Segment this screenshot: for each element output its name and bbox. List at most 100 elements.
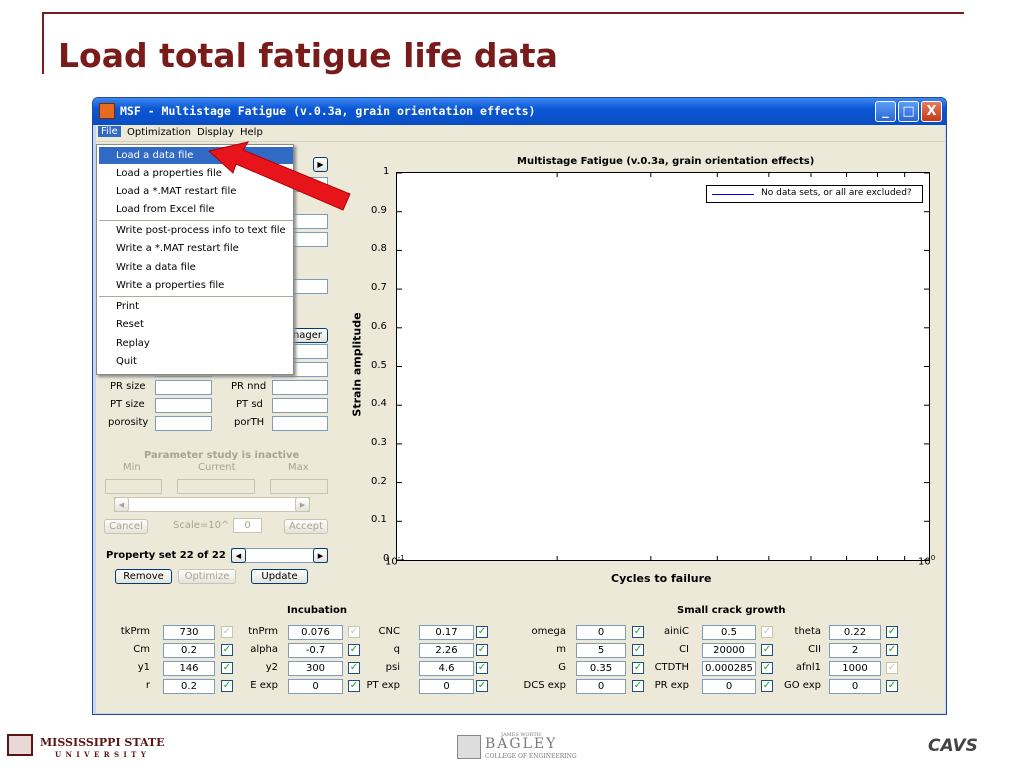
field-hidden-2[interactable] [293,214,328,229]
close-icon: X [926,104,937,119]
small_crack-checkbox[interactable]: ✓ [632,662,644,674]
y-tick-label: 0.4 [371,398,387,410]
menu-optimization[interactable]: Optimization [127,127,191,138]
incubation-label: tnPrm [248,626,278,637]
incubation-label: PT exp [366,680,400,691]
label-porth: porTH [234,417,265,428]
incubation-label: y1 [137,662,150,673]
incubation-value-field[interactable]: 2.26 [419,643,474,658]
incubation-checkbox[interactable]: ✓ [221,626,233,638]
slider-left-arrow[interactable]: ◀ [114,497,129,512]
small_crack-checkbox[interactable]: ✓ [632,644,644,656]
scale-label: Scale=10^ [173,520,230,531]
pr-nnd-field[interactable] [272,380,328,395]
menu-write-properties-file[interactable]: Write a properties file [99,277,293,294]
incubation-value-field[interactable]: 0 [419,679,474,694]
incubation-checkbox[interactable]: ✓ [221,680,233,692]
bagley-sub: COLLEGE OF ENGINEERING [485,753,577,760]
menu-write-mat-restart[interactable]: Write a *.MAT restart file [99,240,293,257]
incubation-label: y2 [265,662,278,673]
menu-replay[interactable]: Replay [99,335,293,352]
param-max-field[interactable] [270,479,328,494]
incubation-value-field[interactable]: 730 [163,625,215,640]
incubation-value-field[interactable]: -0.7 [288,643,343,658]
cavs-logo: CAVS [928,736,978,756]
incubation-checkbox[interactable]: ✓ [476,662,488,674]
incubation-label: CNC [378,626,400,637]
small_crack-value-field[interactable]: 0.5 [702,625,756,640]
bagley-logo: JAMES WORTH BAGLEY COLLEGE OF ENGINEERIN… [457,732,577,761]
incubation-checkbox[interactable]: ✓ [476,626,488,638]
field-hidden-4[interactable] [293,279,328,294]
accept-button[interactable]: Accept [284,519,328,534]
incubation-checkbox[interactable]: ✓ [476,644,488,656]
small_crack-checkbox[interactable]: ✓ [632,626,644,638]
small_crack-checkbox[interactable]: ✓ [886,644,898,656]
menu-file[interactable]: File [98,126,121,137]
small_crack-value-field[interactable]: 5 [576,643,626,658]
param-current-field[interactable] [177,479,255,494]
small_crack-value-field[interactable]: 0.35 [576,661,626,676]
y-tick-label: 0.3 [371,436,387,448]
small_crack-value-field[interactable]: 20000 [702,643,756,658]
menu-quit[interactable]: Quit [99,353,293,370]
property-prev-arrow[interactable]: ◀ [231,548,246,563]
incubation-label: E exp [250,680,278,691]
param-slider[interactable] [114,497,310,512]
small_crack-label: G [558,662,566,673]
small_crack-value-field[interactable]: 0 [576,625,626,640]
property-next-arrow[interactable]: ▶ [313,548,328,563]
menu-separator [99,296,293,297]
small_crack-checkbox[interactable]: ✓ [886,626,898,638]
y-tick-label: 0.8 [371,243,387,255]
param-min-field[interactable] [105,479,162,494]
porosity-field[interactable] [155,416,212,431]
optimize-button[interactable]: Optimize [178,569,236,584]
small_crack-checkbox[interactable]: ✓ [632,680,644,692]
incubation-label: tkPrm [120,626,150,637]
pr-size-field[interactable] [155,380,212,395]
small_crack-label: omega [531,626,567,637]
x-axis-label: Cycles to failure [611,572,712,585]
small_crack-value-field[interactable]: 0 [702,679,756,694]
porth-field[interactable] [272,416,328,431]
field-hidden-5[interactable] [293,344,328,359]
incubation-value-field[interactable]: 300 [288,661,343,676]
slide-top-rule [42,12,964,14]
incubation-value-field[interactable]: 0.2 [163,643,215,658]
small_crack-value-field[interactable]: 0.22 [829,625,881,640]
small_crack-value-field[interactable]: 0.000285 [702,661,756,676]
incubation-checkbox[interactable]: ✓ [476,680,488,692]
cancel-button[interactable]: Cancel [104,519,148,534]
minimize-button[interactable]: _ [875,101,896,122]
remove-button[interactable]: Remove [115,569,172,584]
small_crack-checkbox[interactable]: ✓ [886,680,898,692]
small_crack-checkbox[interactable]: ✓ [886,662,898,674]
update-button[interactable]: Update [251,569,308,584]
maximize-button[interactable]: □ [898,101,919,122]
menu-write-postprocess[interactable]: Write post-process info to text file [99,222,293,239]
incubation-value-field[interactable]: 0 [288,679,343,694]
small_crack-value-field[interactable]: 2 [829,643,881,658]
slider-right-arrow[interactable]: ▶ [295,497,310,512]
small_crack-value-field[interactable]: 0 [576,679,626,694]
menu-reset[interactable]: Reset [99,316,293,333]
incubation-checkbox[interactable]: ✓ [221,644,233,656]
pt-size-field[interactable] [155,398,212,413]
menu-write-data-file[interactable]: Write a data file [99,259,293,276]
title-bar[interactable]: MSF - Multistage Fatigue (v.0.3a, grain … [93,98,946,125]
small_crack-value-field[interactable]: 0 [829,679,881,694]
menu-print[interactable]: Print [99,298,293,315]
incubation-value-field[interactable]: 4.6 [419,661,474,676]
small_crack-value-field[interactable]: 1000 [829,661,881,676]
close-button[interactable]: X [921,101,942,122]
field-hidden-3[interactable] [293,232,328,247]
pt-sd-field[interactable] [272,398,328,413]
incubation-value-field[interactable]: 0.076 [288,625,343,640]
incubation-value-field[interactable]: 0.2 [163,679,215,694]
incubation-value-field[interactable]: 0.17 [419,625,474,640]
scale-field[interactable]: 0 [233,518,262,533]
incubation-value-field[interactable]: 146 [163,661,215,676]
incubation-checkbox[interactable]: ✓ [221,662,233,674]
x-tick-min: 10-1 [385,554,405,568]
